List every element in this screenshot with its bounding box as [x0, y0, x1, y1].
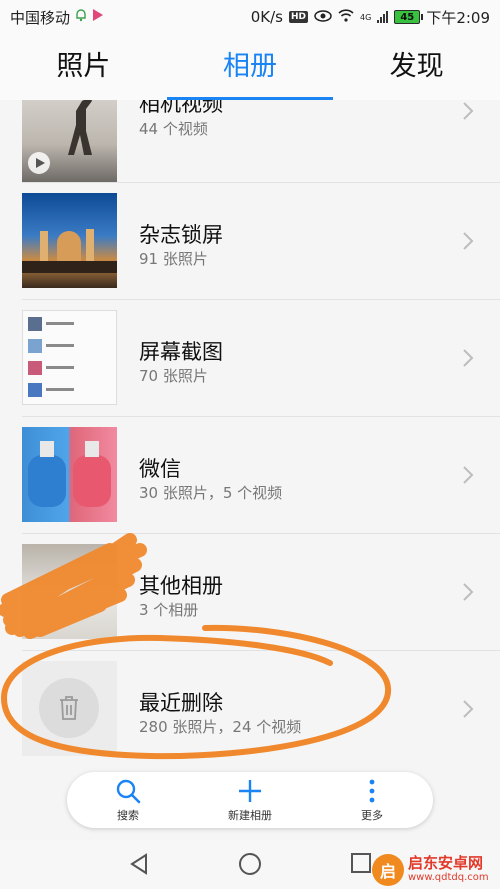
album-title: 微信 — [139, 457, 181, 481]
album-title: 最近删除 — [139, 691, 223, 715]
album-title: 杂志锁屏 — [139, 223, 223, 247]
screenshot-row — [28, 361, 113, 377]
network-speed: 0K/s — [250, 8, 283, 26]
bottom-toolbar: 搜索 新建相册 更多 — [67, 772, 433, 828]
album-title: 相机视频 — [139, 100, 223, 116]
status-right: 0K/s HD 4G 45 下午2:09 — [251, 7, 490, 28]
signal-icon — [377, 11, 389, 23]
search-icon — [116, 779, 141, 804]
new-album-button[interactable]: 新建相册 — [189, 772, 311, 828]
album-count: 280 张照片，24 个视频 — [139, 718, 302, 736]
chevron-right-icon — [461, 230, 475, 252]
tab-photos[interactable]: 照片 — [0, 34, 167, 100]
album-thumbnail — [22, 193, 117, 288]
album-item-screenshots[interactable]: 屏幕截图 70 张照片 — [0, 299, 500, 416]
eye-icon — [314, 8, 332, 26]
cathedral-silhouette — [22, 229, 117, 273]
status-bar: 中国移动 0K/s HD 4G 45 下午2:09 — [0, 0, 500, 34]
carrier-name: 中国移动 — [10, 8, 71, 27]
tab-bar: 照片 相册 发现 — [0, 34, 500, 100]
home-button[interactable] — [238, 852, 262, 880]
album-item-wechat[interactable]: 微信 30 张照片，5 个视频 — [0, 416, 500, 533]
album-count: 44 个视频 — [139, 120, 208, 138]
watermark-logo: 启 — [372, 853, 404, 886]
chevron-right-icon — [461, 100, 475, 122]
more-label: 更多 — [361, 809, 383, 822]
album-thumbnail — [22, 544, 117, 639]
watermark: 启 启东安卓网 www.qdtdq.com — [372, 850, 500, 889]
watermark-name: 启东安卓网 — [408, 854, 484, 872]
search-label: 搜索 — [117, 809, 139, 822]
screenshot-row — [28, 339, 113, 355]
chevron-right-icon — [461, 464, 475, 486]
chevron-right-icon — [461, 347, 475, 369]
battery-icon: 45 — [394, 10, 424, 24]
trash-icon — [60, 696, 78, 720]
chevron-right-icon — [461, 698, 475, 720]
album-count: 91 张照片 — [139, 250, 208, 268]
watermark-text: 启东安卓网 www.qdtdq.com — [408, 855, 489, 884]
back-button[interactable] — [128, 852, 150, 880]
trash-circle — [39, 678, 99, 738]
album-item-other-albums[interactable]: 其他相册 3 个相册 — [0, 533, 500, 650]
new-album-label: 新建相册 — [228, 809, 272, 822]
album-thumbnail — [22, 427, 117, 522]
album-title: 其他相册 — [139, 574, 223, 598]
album-thumbnail — [22, 310, 117, 405]
chevron-right-icon — [461, 581, 475, 603]
screenshot-row — [28, 383, 113, 399]
tab-discover[interactable]: 发现 — [333, 34, 500, 100]
play-store-icon — [92, 8, 104, 26]
album-title: 屏幕截图 — [139, 340, 223, 364]
recents-icon — [351, 853, 371, 873]
album-item-magazine-lock[interactable]: 杂志锁屏 91 张照片 — [0, 182, 500, 299]
recents-button[interactable] — [350, 852, 372, 878]
status-left: 中国移动 — [10, 7, 104, 28]
battery-level: 45 — [400, 11, 415, 23]
album-count: 70 张照片 — [139, 367, 208, 385]
screenshot-row — [28, 317, 113, 333]
watermark-url: www.qdtdq.com — [408, 872, 489, 883]
album-item-camera-videos[interactable]: 相机视频 44 个视频 — [0, 100, 500, 192]
search-button[interactable]: 搜索 — [67, 772, 189, 828]
album-list[interactable]: 相机视频 44 个视频 杂志锁屏 91 张照片 屏幕截图 70 张照片 微信 3… — [0, 100, 500, 772]
plus-icon — [239, 780, 261, 802]
album-count: 3 个相册 — [139, 601, 199, 619]
album-count: 30 张照片，5 个视频 — [139, 484, 283, 502]
album-item-recently-deleted[interactable]: 最近删除 280 张照片，24 个视频 — [0, 650, 500, 767]
home-icon — [239, 853, 261, 875]
album-thumbnail — [22, 100, 117, 182]
tab-albums[interactable]: 相册 — [166, 34, 334, 100]
more-button[interactable]: 更多 — [311, 772, 433, 828]
more-vertical-icon — [369, 779, 375, 803]
network-type: 4G — [360, 12, 372, 22]
person-silhouette — [68, 100, 92, 155]
back-icon — [130, 853, 147, 875]
play-icon — [28, 152, 50, 174]
notification-icon — [74, 8, 88, 26]
bottles-image — [28, 441, 111, 507]
album-thumbnail — [22, 661, 117, 756]
wifi-icon — [338, 8, 354, 26]
clock: 下午2:09 — [426, 8, 490, 27]
hd-badge: HD — [289, 11, 309, 23]
